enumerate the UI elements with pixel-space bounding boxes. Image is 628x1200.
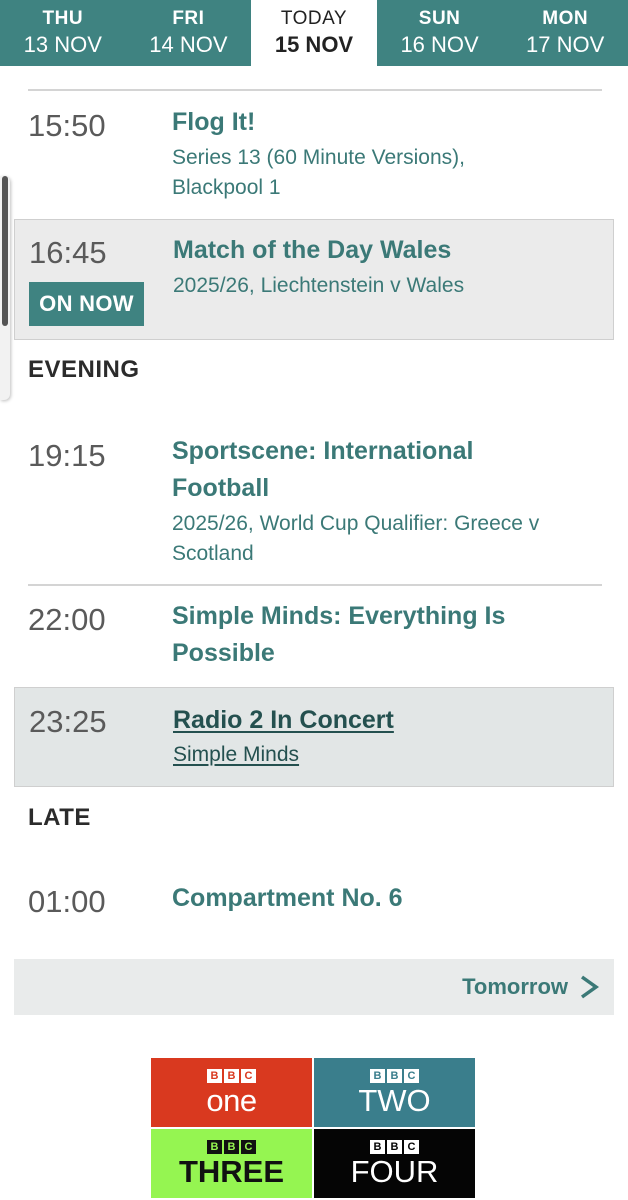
tab-date-label: 16 NOV: [400, 32, 479, 57]
section-heading-evening: EVENING: [28, 356, 140, 383]
tab-day-label: MON: [542, 8, 589, 29]
programme-title[interactable]: Simple Minds: Everything Is: [172, 598, 608, 635]
programme-time: 19:15: [28, 438, 106, 473]
tab-day-label: FRI: [172, 8, 205, 29]
bbc-blocks-icon: BBC: [207, 1068, 256, 1083]
channel-name: one: [206, 1082, 257, 1118]
tab-date-label: 15 NOV: [274, 32, 354, 57]
tab-day-label: THU: [42, 8, 84, 29]
tab-sun[interactable]: SUN 16 NOV: [377, 0, 503, 66]
on-now-badge: ON NOW: [29, 282, 144, 326]
chevron-right-icon: [580, 975, 600, 999]
bbc-two-logo[interactable]: BBC TWO: [314, 1058, 475, 1127]
programme-subtitle: Scotland: [172, 542, 254, 565]
channel-name: THREE: [178, 1153, 285, 1189]
programme-time: 15:50: [28, 108, 106, 143]
bbc-blocks-icon: BBC: [370, 1139, 419, 1154]
tab-today[interactable]: TODAY 15 NOV: [251, 0, 377, 66]
tab-mon[interactable]: MON 17 NOV: [502, 0, 628, 66]
programme-title[interactable]: Match of the Day Wales: [173, 232, 609, 269]
programme-subtitle-link[interactable]: Simple Minds: [173, 739, 609, 770]
tab-fri[interactable]: FRI 14 NOV: [126, 0, 252, 66]
programme-title-link[interactable]: Radio 2 In Concert: [173, 702, 609, 739]
programme-time: 22:00: [28, 602, 106, 637]
scrollbar-thumb[interactable]: [2, 176, 8, 326]
tab-date-label: 14 NOV: [149, 32, 228, 57]
scrollbar[interactable]: [0, 176, 10, 400]
tab-date-label: 17 NOV: [526, 32, 605, 57]
tab-thu[interactable]: THU 13 NOV: [0, 0, 126, 66]
section-heading-late: LATE: [28, 804, 91, 831]
programme-item[interactable]: 19:15 Sportscene: International Football…: [14, 430, 614, 580]
programme-subtitle: Blackpool 1: [172, 176, 281, 199]
programme-item-on-now[interactable]: 16:45 ON NOW Match of the Day Wales 2025…: [14, 219, 614, 340]
channel-name: TWO: [358, 1082, 431, 1118]
channel-logo-grid: BBC one BBC TWO BBC THREE BBC FOUR: [151, 1058, 475, 1200]
programme-item[interactable]: 15:50 Flog It! Series 13 (60 Minute Vers…: [14, 98, 614, 214]
channel-name: FOUR: [350, 1153, 439, 1189]
day-tabs: THU 13 NOV FRI 14 NOV TODAY 15 NOV SUN 1…: [0, 0, 628, 66]
programme-title[interactable]: Possible: [172, 635, 608, 672]
programme-item-selected[interactable]: 23:25 Radio 2 In Concert Simple Minds: [14, 687, 614, 787]
programme-item[interactable]: 22:00 Simple Minds: Everything Is Possib…: [14, 596, 614, 682]
divider: [28, 584, 602, 586]
tomorrow-label: Tomorrow: [462, 974, 568, 999]
tomorrow-link[interactable]: Tomorrow: [14, 959, 614, 1015]
bbc-three-logo[interactable]: BBC THREE: [151, 1129, 312, 1198]
bbc-one-logo[interactable]: BBC one: [151, 1058, 312, 1127]
programme-title[interactable]: Compartment No. 6: [172, 880, 608, 917]
programme-subtitle: 2025/26, World Cup Qualifier: Greece v: [172, 512, 540, 535]
programme-title[interactable]: Sportscene: International: [172, 433, 608, 470]
programme-time: 16:45: [29, 235, 107, 270]
programme-title[interactable]: Football: [172, 470, 608, 507]
programme-subtitle: Series 13 (60 Minute Versions),: [172, 146, 465, 169]
bbc-blocks-icon: BBC: [207, 1139, 256, 1154]
programme-subtitle: 2025/26, Liechtenstein v Wales: [173, 274, 465, 297]
programme-time: 01:00: [28, 884, 106, 919]
tab-date-label: 13 NOV: [23, 32, 102, 57]
programme-time: 23:25: [29, 704, 107, 739]
programme-title[interactable]: Flog It!: [172, 104, 608, 141]
tab-day-label: SUN: [418, 8, 461, 29]
tab-day-label: TODAY: [280, 8, 348, 29]
bbc-blocks-icon: BBC: [370, 1068, 419, 1083]
programme-item[interactable]: 01:00 Compartment No. 6: [14, 878, 614, 938]
bbc-four-logo[interactable]: BBC FOUR: [314, 1129, 475, 1198]
divider: [28, 89, 602, 91]
